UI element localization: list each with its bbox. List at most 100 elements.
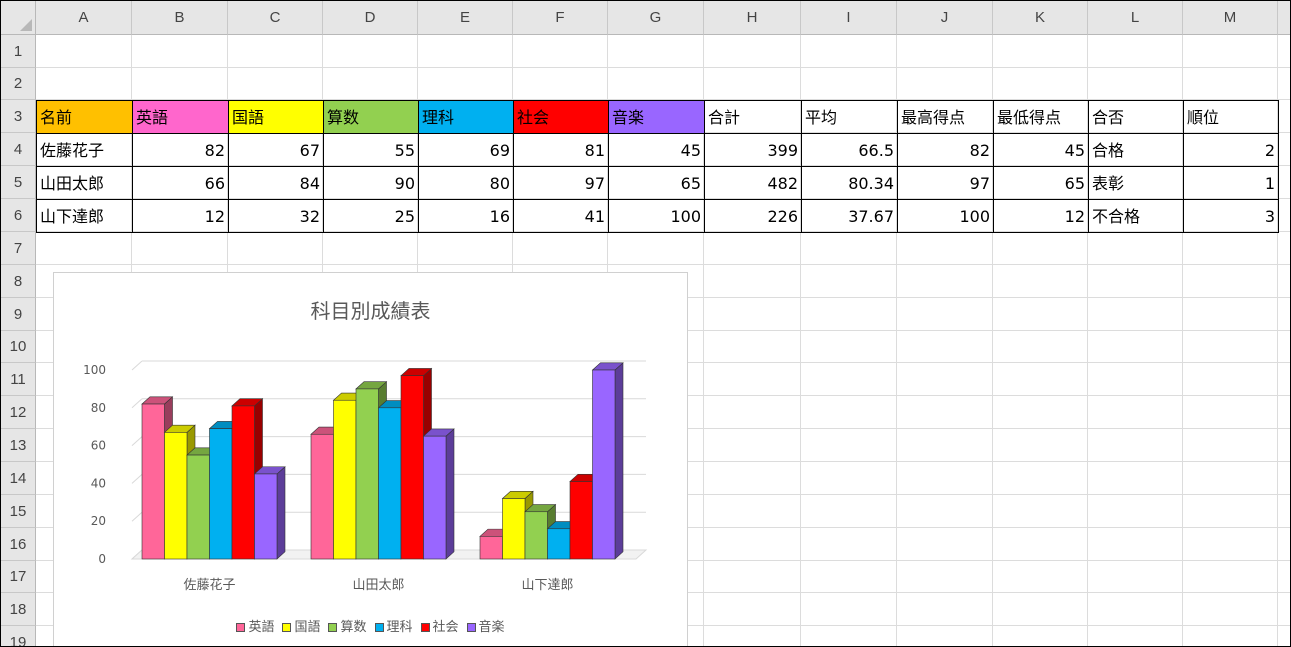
row-header-15[interactable]: 15 [1, 495, 36, 528]
header-cell-E[interactable]: 理科 [418, 100, 514, 134]
cell-M4[interactable]: 2 [1183, 133, 1279, 167]
cell-D6[interactable]: 25 [323, 199, 419, 233]
cell-F4[interactable]: 81 [513, 133, 609, 167]
bar-算数-山下達郎 [524, 511, 548, 560]
cell-H6[interactable]: 226 [704, 199, 802, 233]
cell-A4[interactable]: 佐藤花子 [36, 133, 133, 167]
column-header-I[interactable]: I [801, 1, 897, 35]
y-tick-label: 0 [98, 552, 106, 566]
legend-swatch [282, 623, 292, 632]
cell-G6[interactable]: 100 [608, 199, 705, 233]
header-cell-C[interactable]: 国語 [228, 100, 324, 134]
bar-side [276, 466, 286, 560]
cell-M6[interactable]: 3 [1183, 199, 1279, 233]
row-header-9[interactable]: 9 [1, 298, 36, 331]
gridline-depth [131, 360, 143, 371]
y-tick-label: 60 [91, 439, 106, 453]
header-cell-I[interactable]: 平均 [801, 100, 898, 134]
chart-plot: 0 20 40 60 80 100 佐藤花子 山田太郎 山下達郎 [83, 360, 648, 593]
row-header-19[interactable]: 19 [1, 626, 36, 646]
column-header-E[interactable]: E [418, 1, 513, 35]
row-header-6[interactable]: 6 [1, 199, 36, 232]
row-header-4[interactable]: 4 [1, 133, 36, 166]
column-header-D[interactable]: D [323, 1, 418, 35]
chart[interactable]: 科目別成績表 0 20 40 60 80 100 佐藤花子 山田太郎 山下達郎 英語 国語 算数 理科… [53, 272, 688, 646]
cell-E6[interactable]: 16 [418, 199, 514, 233]
header-cell-D[interactable]: 算数 [323, 100, 419, 134]
cell-A5[interactable]: 山田太郎 [36, 166, 133, 200]
column-header-K[interactable]: K [993, 1, 1088, 35]
cell-I4[interactable]: 66.5 [801, 133, 898, 167]
row-header-7[interactable]: 7 [1, 232, 36, 265]
column-header-F[interactable]: F [513, 1, 608, 35]
cell-H5[interactable]: 482 [704, 166, 802, 200]
legend-item: 社会 [420, 616, 459, 635]
legend-label: 理科 [386, 620, 413, 635]
header-cell-F[interactable]: 社会 [513, 100, 609, 134]
row-header-12[interactable]: 12 [1, 396, 36, 429]
row-header-5[interactable]: 5 [1, 166, 36, 199]
row-header-14[interactable]: 14 [1, 462, 36, 495]
column-header-A[interactable]: A [36, 1, 132, 35]
column-header-J[interactable]: J [897, 1, 993, 35]
row-header-17[interactable]: 17 [1, 561, 36, 593]
select-all-corner[interactable] [1, 1, 36, 35]
cell-I6[interactable]: 37.67 [801, 199, 898, 233]
cell-A6[interactable]: 山下達郎 [36, 199, 133, 233]
cell-K4[interactable]: 45 [993, 133, 1089, 167]
cell-E4[interactable]: 69 [418, 133, 514, 167]
column-header-M[interactable]: M [1183, 1, 1278, 35]
header-cell-B[interactable]: 英語 [132, 100, 229, 134]
cell-D5[interactable]: 90 [323, 166, 419, 200]
legend-item: 英語 [236, 616, 274, 635]
row-header-16[interactable]: 16 [1, 528, 36, 561]
row-header-13[interactable]: 13 [1, 429, 36, 462]
header-cell-G[interactable]: 音楽 [608, 100, 705, 134]
cell-B4[interactable]: 82 [132, 133, 229, 167]
gridline-depth [131, 398, 143, 409]
row-header-18[interactable]: 18 [1, 593, 36, 626]
row-header-2[interactable]: 2 [1, 68, 36, 100]
cell-L5[interactable]: 表彰 [1088, 166, 1184, 200]
cell-L4[interactable]: 合格 [1088, 133, 1184, 167]
row-header-11[interactable]: 11 [1, 363, 36, 396]
column-header-B[interactable]: B [132, 1, 228, 35]
cell-K5[interactable]: 65 [993, 166, 1089, 200]
row-header-3[interactable]: 3 [1, 100, 36, 133]
row-header-10[interactable]: 10 [1, 331, 36, 363]
cell-C6[interactable]: 32 [228, 199, 324, 233]
cell-J4[interactable]: 82 [897, 133, 994, 167]
cell-E5[interactable]: 80 [418, 166, 514, 200]
cell-C5[interactable]: 84 [228, 166, 324, 200]
cell-B5[interactable]: 66 [132, 166, 229, 200]
column-header-C[interactable]: C [228, 1, 323, 35]
cell-L6[interactable]: 不合格 [1088, 199, 1184, 233]
header-cell-J[interactable]: 最高得点 [897, 100, 994, 134]
cell-G4[interactable]: 45 [608, 133, 705, 167]
legend-label: 国語 [294, 620, 321, 635]
cell-M5[interactable]: 1 [1183, 166, 1279, 200]
cell-B6[interactable]: 12 [132, 199, 229, 233]
cell-I5[interactable]: 80.34 [801, 166, 898, 200]
column-header-L[interactable]: L [1088, 1, 1183, 35]
column-header-H[interactable]: H [704, 1, 801, 35]
cell-J6[interactable]: 100 [897, 199, 994, 233]
gridline-horizontal [36, 67, 1290, 68]
header-cell-K[interactable]: 最低得点 [993, 100, 1089, 134]
cell-G5[interactable]: 65 [608, 166, 705, 200]
column-header-G[interactable]: G [608, 1, 704, 35]
cell-J5[interactable]: 97 [897, 166, 994, 200]
cell-F6[interactable]: 41 [513, 199, 609, 233]
cell-K6[interactable]: 12 [993, 199, 1089, 233]
cell-D4[interactable]: 55 [323, 133, 419, 167]
cell-C4[interactable]: 67 [228, 133, 324, 167]
header-cell-M[interactable]: 順位 [1183, 100, 1279, 134]
row-header-8[interactable]: 8 [1, 265, 36, 298]
row-header-1[interactable]: 1 [1, 35, 36, 68]
header-cell-A[interactable]: 名前 [36, 100, 133, 134]
header-cell-H[interactable]: 合計 [704, 100, 802, 134]
header-cell-L[interactable]: 合否 [1088, 100, 1184, 134]
cell-H4[interactable]: 399 [704, 133, 802, 167]
cell-F5[interactable]: 97 [513, 166, 609, 200]
bar-英語-佐藤花子 [141, 403, 165, 560]
